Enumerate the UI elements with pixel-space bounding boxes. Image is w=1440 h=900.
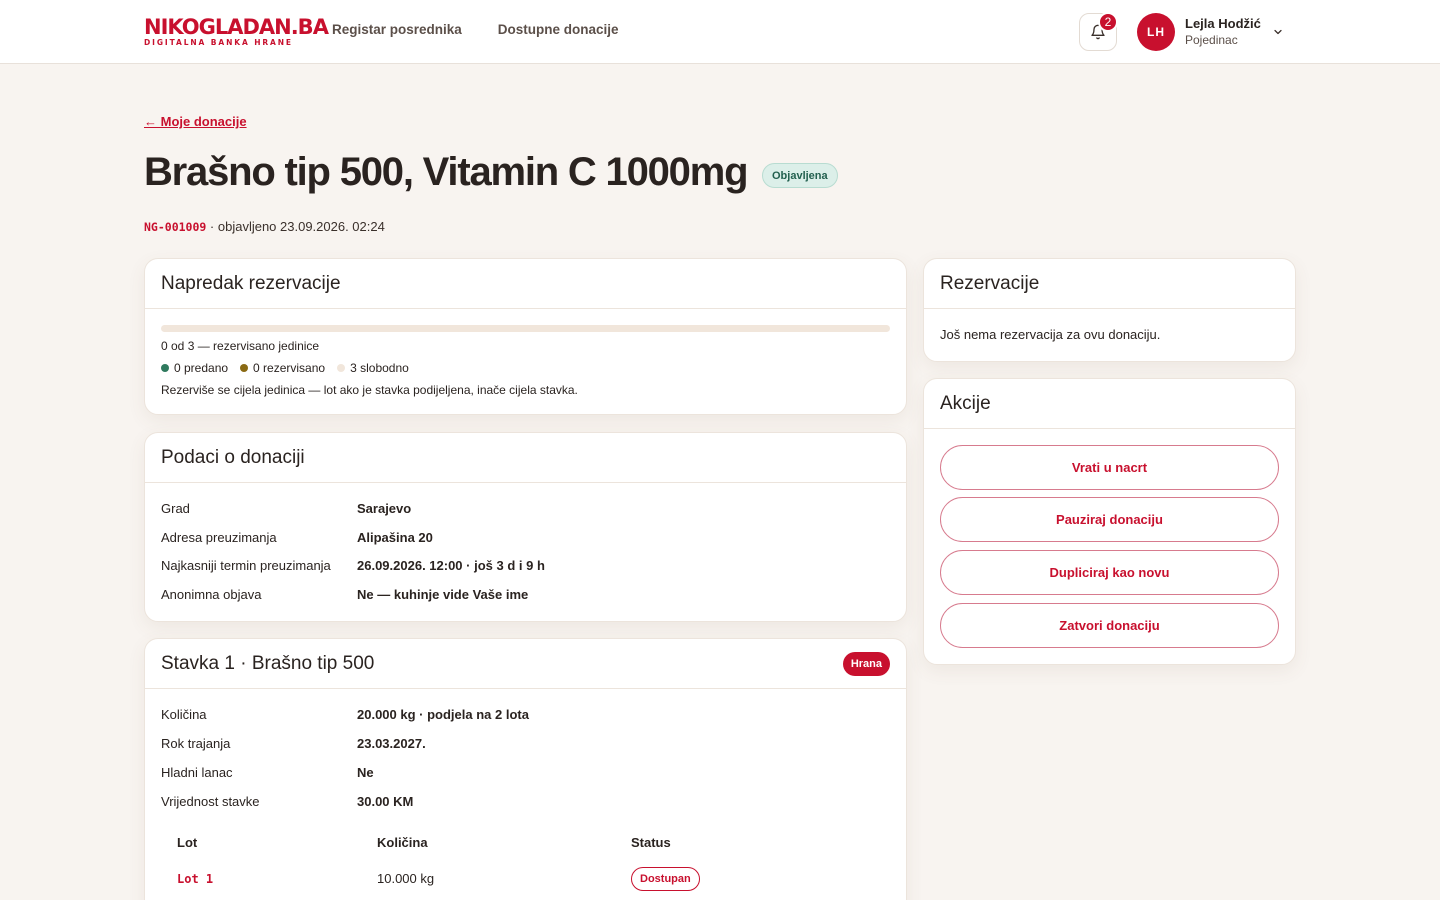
legend-label: 0 rezervisano <box>253 361 326 375</box>
legend-label: 0 predano <box>174 361 229 375</box>
reservations-card: Rezervacije Još nema rezervacija za ovu … <box>923 258 1296 362</box>
detail-value: 26.09.2026. 12:00 · još 3 d i 9 h <box>357 558 545 573</box>
item-value: 30.00 KM <box>357 794 414 809</box>
nav-link-registar-posrednika[interactable]: Registar posrednika <box>332 22 462 37</box>
lot-quantity: 10.000 kg <box>377 871 435 886</box>
actions-card: Akcije Vrati u nacrt Pauziraj donaciju D… <box>923 378 1296 665</box>
category-badge: Hrana <box>842 651 890 676</box>
published-date: · objavljeno 23.09.2026. 02:24 <box>206 219 385 234</box>
avatar[interactable]: LH <box>1137 13 1175 51</box>
progress-card: Napredak rezervacije 0 od 3 — rezervisan… <box>144 258 907 415</box>
logo-text: NIKOGLADAN.BA <box>144 15 329 39</box>
lot-column-header: Lot <box>177 835 198 850</box>
item-value: 20.000 kg · podjela na 2 lota <box>357 707 529 722</box>
logo[interactable]: NIKOGLADAN.BA DIGITALNA BANKA HRANE <box>144 15 329 47</box>
quantity-column-header: Količina <box>377 835 428 850</box>
legend-dot <box>240 364 249 372</box>
item-value: Ne <box>357 765 374 780</box>
logo-text-a: NIKO <box>144 15 200 39</box>
card-header: Stavka 1 · Brašno tip 500 Hrana <box>145 639 906 689</box>
progress-legend: 0 predano 0 rezervisano 3 slobodno <box>161 361 409 375</box>
legend-item-rezervisano: 0 rezervisano <box>240 361 325 375</box>
card-title: Rezervacije <box>940 272 1040 294</box>
item-label: Hladni lanac <box>161 765 233 780</box>
duplicate-donation-button[interactable]: Dupliciraj kao novu <box>940 550 1279 595</box>
pause-donation-button[interactable]: Pauziraj donaciju <box>940 497 1279 542</box>
status-column-header: Status <box>631 835 671 850</box>
top-bar: NIKOGLADAN.BA DIGITALNA BANKA HRANE Regi… <box>0 0 1440 64</box>
item-label: Rok trajanja <box>161 736 231 751</box>
card-header: Akcije <box>924 379 1295 429</box>
detail-label: Adresa preuzimanja <box>161 530 277 545</box>
item-card: Stavka 1 · Brašno tip 500 Hrana Količina… <box>144 638 907 900</box>
item-value: 23.03.2027. <box>357 736 426 751</box>
lot-status-badge: Dostupan <box>631 867 700 891</box>
back-link-moje-donacije[interactable]: ← Moje donacije <box>144 114 247 129</box>
item-label: Vrijednost stavke <box>161 794 260 809</box>
logo-text-b: GLADAN.BA <box>198 15 329 39</box>
detail-label: Grad <box>161 501 190 516</box>
legend-label: 3 slobodno <box>350 361 409 375</box>
progress-summary: 0 od 3 — rezervisano jedinice <box>161 339 320 353</box>
reservations-empty-text: Još nema rezervacija za ovu donaciju. <box>940 327 1161 342</box>
lot-code: Lot 1 <box>177 872 214 886</box>
progress-note: Rezerviše se cijela jedinica — lot ako j… <box>161 383 578 397</box>
donation-code: NG-001009 <box>144 220 207 234</box>
donation-details-card: Podaci o donaciji Grad Sarajevo Adresa p… <box>144 432 907 622</box>
nav-link-dostupne-donacije[interactable]: Dostupne donacije <box>498 22 619 37</box>
main-nav: Registar posrednika Dostupne donacije <box>332 22 619 37</box>
legend-dot <box>337 364 346 372</box>
card-title: Akcije <box>940 392 991 414</box>
chevron-down-icon[interactable] <box>1272 26 1284 38</box>
user-role: Pojedinac <box>1185 33 1238 47</box>
legend-dot <box>161 364 169 372</box>
detail-value: Sarajevo <box>357 501 412 516</box>
donation-meta: NG-001009 · objavljeno 23.09.2026. 02:24 <box>144 219 385 234</box>
legend-item-slobodno: 3 slobodno <box>337 361 409 375</box>
status-badge: Objavljena <box>762 163 838 188</box>
card-title: Podaci o donaciji <box>161 446 305 468</box>
close-donation-button[interactable]: Zatvori donaciju <box>940 603 1279 648</box>
card-title: Stavka 1 · Brašno tip 500 <box>161 652 375 674</box>
detail-value: Alipašina 20 <box>357 530 433 545</box>
logo-tagline: DIGITALNA BANKA HRANE <box>144 38 293 47</box>
card-header: Napredak rezervacije <box>145 259 906 309</box>
card-title: Napredak rezervacije <box>161 272 341 294</box>
user-name[interactable]: Lejla Hodžić <box>1185 16 1261 31</box>
detail-label: Najkasniji termin preuzimanja <box>161 558 331 573</box>
detail-label: Anonimna objava <box>161 587 262 602</box>
revert-to-draft-button[interactable]: Vrati u nacrt <box>940 445 1279 490</box>
detail-value: Ne — kuhinje vide Vaše ime <box>357 587 529 602</box>
card-header: Podaci o donaciji <box>145 433 906 483</box>
card-header: Rezervacije <box>924 259 1295 309</box>
legend-item-predano: 0 predano <box>161 361 228 375</box>
page-title: Brašno tip 500, Vitamin C 1000mg <box>144 150 749 194</box>
reservation-progress-bar <box>161 325 890 332</box>
notification-count-badge: 2 <box>1098 12 1118 32</box>
item-label: Količina <box>161 707 207 722</box>
